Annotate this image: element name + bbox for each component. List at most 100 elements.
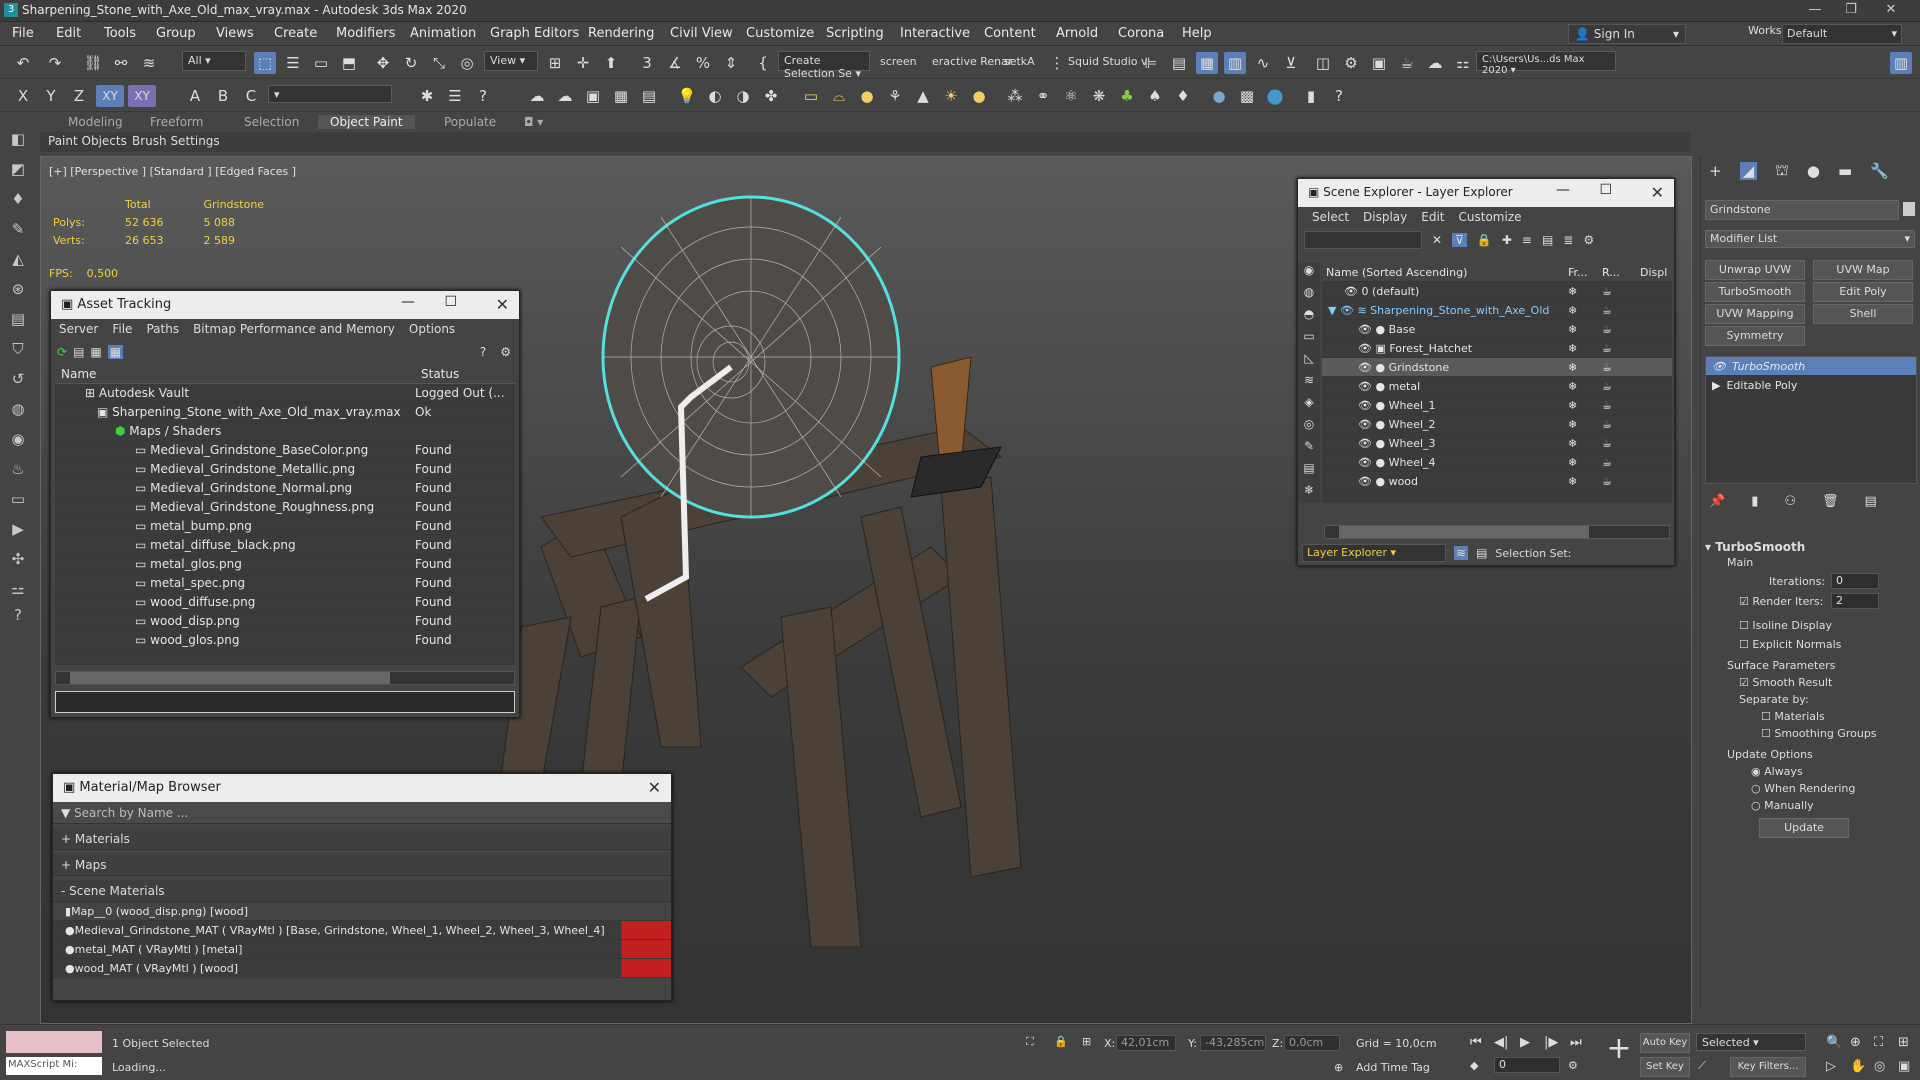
menu-interactive[interactable]: Interactive — [900, 26, 970, 41]
curve-editor-icon[interactable]: ∿ — [1252, 52, 1274, 74]
eye-icon[interactable]: 👁 — [1358, 380, 1375, 393]
interactive-render-label[interactable]: eractive Renar — [932, 55, 1012, 68]
material-icon[interactable]: ▩ — [1236, 85, 1258, 107]
zoom-icon[interactable]: 🔍 — [1826, 1035, 1842, 1050]
plane-icon[interactable]: ▭ — [800, 85, 822, 107]
axis-x-icon[interactable]: X — [12, 85, 34, 107]
asset-path-field[interactable] — [55, 691, 515, 713]
edit-poly-button[interactable]: Edit Poly — [1813, 282, 1913, 302]
help-alt-icon[interactable]: ⚙ — [500, 345, 511, 359]
scene-row-selected[interactable]: 👁 ● Grindstone ❄ ☕ — [1322, 358, 1672, 377]
turbosmooth-rollout-title[interactable]: ▾ TurboSmooth — [1705, 540, 1917, 554]
axis-xy-cycle-icon[interactable]: XY — [128, 85, 156, 107]
help-icon[interactable]: ? — [480, 345, 486, 359]
tab-populate[interactable]: Populate — [444, 115, 496, 129]
fur-icon[interactable]: ⁂ — [1004, 85, 1026, 107]
maximize-button[interactable]: ❐ — [1836, 2, 1866, 20]
render-teapot-icon[interactable]: ☕ — [1602, 380, 1612, 393]
project-folder-select[interactable]: C:\Users\Us...ds Max 2020 ▾ — [1476, 51, 1616, 76]
expand-icon[interactable]: ▼ — [1328, 304, 1340, 317]
go-to-end-icon[interactable]: ⏭ — [1570, 1035, 1582, 1050]
eye-icon[interactable]: 👁 — [1358, 342, 1375, 355]
transform-icon[interactable]: ✣ — [7, 548, 29, 570]
layer-explorer-icon[interactable]: ▦ — [1196, 52, 1218, 74]
expand-icon[interactable]: ▶ — [1706, 379, 1726, 392]
materials-checkbox[interactable]: ☐ Materials — [1705, 710, 1917, 723]
create-tab-icon[interactable]: + — [1709, 162, 1722, 180]
list-item[interactable]: ● Medieval_Grindstone_MAT ( VRayMtl ) [B… — [53, 921, 671, 940]
eye-icon[interactable]: 👁 — [1358, 399, 1375, 412]
set-key-button[interactable]: Set Key — [1640, 1057, 1690, 1077]
eye-icon[interactable]: 👁 — [1358, 437, 1375, 450]
show-end-result-icon[interactable]: ▮ — [1751, 494, 1758, 509]
scale-icon[interactable]: ⤡ — [428, 52, 450, 74]
layer-up-icon[interactable]: ≡ — [1522, 233, 1532, 247]
link-icon[interactable]: ⛓ — [82, 52, 104, 74]
menu-tools[interactable]: Tools — [104, 26, 136, 41]
minimize-button[interactable]: — — [1556, 182, 1570, 198]
render-iters-spinner[interactable]: 2 — [1831, 593, 1879, 609]
next-frame-icon[interactable]: |▶ — [1544, 1035, 1558, 1050]
select-by-name-icon[interactable]: ☰ — [282, 52, 304, 74]
proxy-icon[interactable]: ✤ — [760, 85, 782, 107]
menu-content[interactable]: Content — [984, 26, 1036, 41]
z-coordinate-field[interactable]: 0,0cm — [1284, 1035, 1340, 1051]
modify-tab-icon[interactable]: ◢ — [1739, 162, 1758, 180]
utilities-tab-icon[interactable]: 🔧 — [1870, 162, 1889, 180]
scene-menu-display[interactable]: Display — [1363, 210, 1407, 224]
table-row[interactable]: ▭ wood_disp.png Found — [55, 612, 515, 631]
scene-menu-select[interactable]: Select — [1312, 210, 1349, 224]
fov-icon[interactable]: ▷ — [1826, 1059, 1836, 1074]
layer-settings-icon[interactable]: ⚙ — [1583, 233, 1594, 247]
image-icon[interactable]: ▣ — [582, 85, 604, 107]
menu-animation[interactable]: Animation — [410, 26, 476, 41]
media-icon[interactable]: ▶ — [7, 518, 29, 540]
helper-icon[interactable]: ≋ — [1298, 373, 1320, 395]
screen-label[interactable]: screen — [880, 55, 917, 68]
tab-modeling[interactable]: Modeling — [68, 115, 123, 129]
menu-modifiers[interactable]: Modifiers — [336, 26, 395, 41]
sun-icon[interactable]: ☀ — [940, 85, 962, 107]
render-teapot-icon[interactable]: ☕ — [1602, 399, 1612, 412]
scene-row[interactable]: 👁 0 (default) ❄ ☕ — [1322, 282, 1672, 301]
render-view-icon[interactable]: ◍ — [7, 398, 29, 420]
freeze-icon[interactable]: ❄ — [1568, 304, 1602, 317]
asset-menu-server[interactable]: Server — [59, 322, 98, 336]
asset-menu-paths[interactable]: Paths — [146, 322, 179, 336]
redo-icon[interactable]: ↷ — [44, 52, 66, 74]
asset-menu-bitmap[interactable]: Bitmap Performance and Memory — [193, 322, 395, 336]
uvw-map-button[interactable]: UVW Map — [1813, 260, 1913, 280]
axis-z-icon[interactable]: Z — [68, 85, 90, 107]
brush-icon[interactable]: ✎ — [7, 218, 29, 240]
menu-arnold[interactable]: Arnold — [1056, 26, 1098, 41]
pin-stack-icon[interactable]: 📌 — [1709, 494, 1725, 509]
sphere-light-icon[interactable]: ● — [856, 85, 878, 107]
table-row[interactable]: ▣ Sharpening_Stone_with_Axe_Old_max_vray… — [55, 403, 515, 422]
vray-sphere-icon[interactable]: ⬤ — [1264, 85, 1286, 107]
zoom-extents-all-icon[interactable]: ⊞ — [1898, 1035, 1909, 1050]
set-key-large-icon[interactable]: + — [1604, 1031, 1634, 1071]
bold-icon[interactable]: B — [212, 85, 234, 107]
rect-selection-icon[interactable]: ▭ — [310, 52, 332, 74]
scene-menu-customize[interactable]: Customize — [1459, 210, 1522, 224]
zoom-all-icon[interactable]: ⊕ — [1850, 1035, 1861, 1050]
stack-item-editable-poly[interactable]: ▶ Editable Poly — [1706, 376, 1916, 395]
angle-snap-icon[interactable]: ∡ — [664, 52, 686, 74]
render-teapot-icon[interactable]: ☕ — [1602, 456, 1612, 469]
workspace-select[interactable]: Default ▾ — [1782, 24, 1902, 44]
freeze-icon[interactable]: ❄ — [1568, 456, 1602, 469]
explorer-type-select[interactable]: Layer Explorer ▾ — [1302, 544, 1446, 562]
freeze-icon[interactable]: ❄ — [1568, 475, 1602, 488]
render-teapot-icon[interactable]: ☕ — [1602, 342, 1612, 355]
smooth-result-checkbox[interactable]: ☑ Smooth Result — [1705, 676, 1917, 689]
snaps-toggle-icon[interactable]: 3 — [636, 52, 658, 74]
maximize-viewport-icon[interactable]: ▣ — [1898, 1059, 1910, 1074]
a360-icon[interactable]: ⚏ — [1452, 52, 1474, 74]
filter-icon[interactable]: ⊽ — [1452, 233, 1467, 247]
menu-views[interactable]: Views — [216, 26, 254, 41]
edit-named-selection-icon[interactable]: { — [752, 52, 774, 74]
named-selection-set-select[interactable]: Create Selection Se ▾ — [778, 51, 870, 80]
smoothing-groups-checkbox[interactable]: ☐ Smoothing Groups — [1705, 727, 1917, 740]
freeze-icon[interactable]: ❄ — [1568, 323, 1602, 336]
freeze-icon[interactable]: ❄ — [1568, 361, 1602, 374]
